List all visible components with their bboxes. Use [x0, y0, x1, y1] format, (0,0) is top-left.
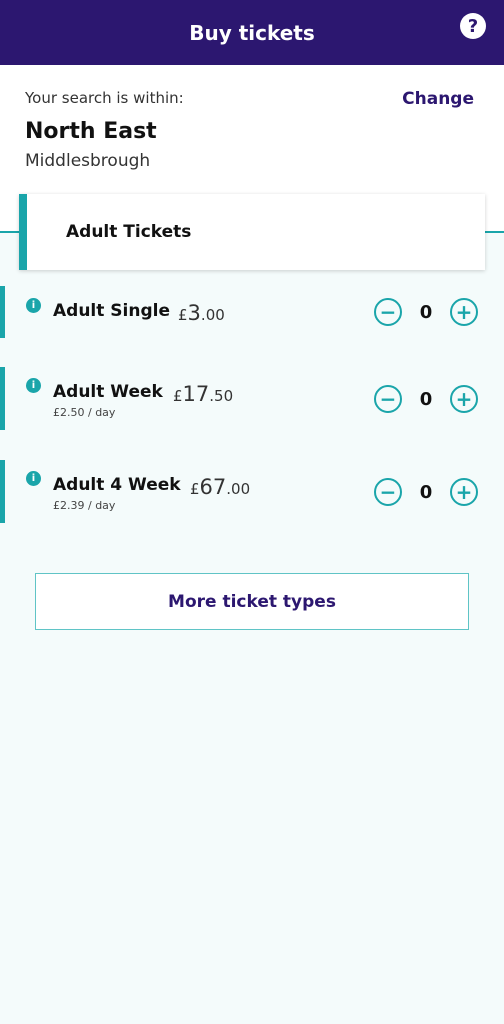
ticket-accent-bar: [0, 367, 5, 430]
decrease-quantity-button[interactable]: −: [374, 478, 402, 506]
decrease-quantity-button[interactable]: −: [374, 298, 402, 326]
search-area: Middlesbrough: [25, 151, 151, 171]
increase-quantity-button[interactable]: +: [450, 385, 478, 413]
more-ticket-types-button[interactable]: More ticket types: [35, 573, 469, 630]
info-icon[interactable]: i: [26, 298, 41, 313]
app-header: Buy tickets ?: [0, 0, 504, 65]
ticket-row-adult-4-week: i Adult 4 Week £67.00 £2.39 / day − 0 +: [0, 460, 504, 523]
increase-quantity-button[interactable]: +: [450, 298, 478, 326]
price-minor: .00: [226, 480, 251, 498]
search-region: North East: [25, 119, 157, 144]
help-icon[interactable]: ?: [460, 13, 486, 39]
ticket-row-adult-week: i Adult Week £17.50 £2.50 / day − 0 +: [0, 367, 504, 430]
ticket-price: £3.00: [178, 301, 225, 325]
price-major: 67: [199, 475, 227, 499]
change-location-button[interactable]: Change: [402, 89, 474, 109]
quantity-value: 0: [419, 389, 433, 410]
page-title: Buy tickets: [189, 20, 315, 45]
price-currency: £: [173, 387, 183, 405]
section-title: Adult Tickets: [66, 222, 192, 242]
quantity-value: 0: [419, 302, 433, 323]
info-icon[interactable]: i: [26, 471, 41, 486]
price-major: 3: [187, 301, 201, 325]
ticket-name: Adult Week: [53, 382, 163, 402]
ticket-name: Adult 4 Week: [53, 475, 181, 495]
ticket-row-adult-single: i Adult Single £3.00 − 0 +: [0, 286, 504, 338]
decrease-quantity-button[interactable]: −: [374, 385, 402, 413]
price-minor: .00: [200, 306, 225, 324]
ticket-per-day-price: £2.39 / day: [53, 499, 116, 512]
increase-quantity-button[interactable]: +: [450, 478, 478, 506]
price-minor: .50: [209, 387, 234, 405]
price-currency: £: [190, 480, 200, 498]
ticket-name: Adult Single: [53, 301, 170, 321]
info-icon[interactable]: i: [26, 378, 41, 393]
section-header-adult-tickets: Adult Tickets: [19, 194, 485, 270]
price-major: 17: [182, 382, 210, 406]
ticket-accent-bar: [0, 286, 5, 338]
ticket-price: £67.00: [190, 475, 250, 499]
ticket-price: £17.50: [173, 382, 233, 406]
ticket-per-day-price: £2.50 / day: [53, 406, 116, 419]
search-label: Your search is within:: [25, 89, 184, 107]
ticket-accent-bar: [0, 460, 5, 523]
price-currency: £: [178, 306, 188, 324]
quantity-value: 0: [419, 482, 433, 503]
